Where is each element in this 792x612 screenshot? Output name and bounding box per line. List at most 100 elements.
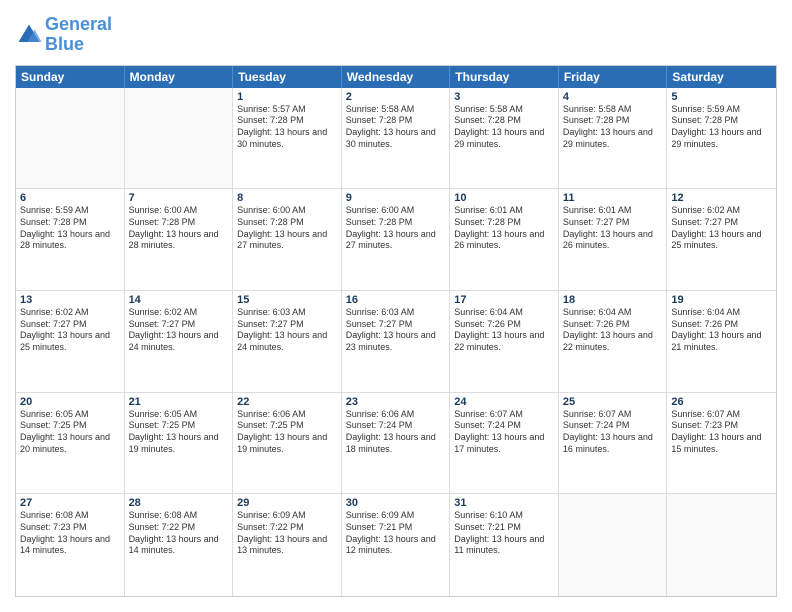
day-info: Sunrise: 5:58 AM Sunset: 7:28 PM Dayligh… [346,104,446,151]
day-number: 9 [346,192,446,204]
day-number: 5 [671,91,772,103]
day-number: 25 [563,396,663,408]
day-number: 13 [20,294,120,306]
calendar-cell [667,494,776,596]
day-number: 28 [129,497,229,509]
day-number: 8 [237,192,337,204]
day-number: 18 [563,294,663,306]
calendar-cell: 3Sunrise: 5:58 AM Sunset: 7:28 PM Daylig… [450,88,559,189]
day-number: 3 [454,91,554,103]
day-info: Sunrise: 6:02 AM Sunset: 7:27 PM Dayligh… [20,307,120,354]
day-info: Sunrise: 6:09 AM Sunset: 7:21 PM Dayligh… [346,510,446,557]
day-number: 2 [346,91,446,103]
calendar-cell: 23Sunrise: 6:06 AM Sunset: 7:24 PM Dayli… [342,393,451,494]
calendar-cell: 29Sunrise: 6:09 AM Sunset: 7:22 PM Dayli… [233,494,342,596]
logo-icon [15,21,43,49]
day-info: Sunrise: 6:02 AM Sunset: 7:27 PM Dayligh… [129,307,229,354]
logo-text: General Blue [45,15,112,55]
calendar-row: 13Sunrise: 6:02 AM Sunset: 7:27 PM Dayli… [16,291,776,393]
calendar-row: 27Sunrise: 6:08 AM Sunset: 7:23 PM Dayli… [16,494,776,596]
day-number: 10 [454,192,554,204]
calendar-cell: 26Sunrise: 6:07 AM Sunset: 7:23 PM Dayli… [667,393,776,494]
calendar-cell: 24Sunrise: 6:07 AM Sunset: 7:24 PM Dayli… [450,393,559,494]
calendar-cell: 22Sunrise: 6:06 AM Sunset: 7:25 PM Dayli… [233,393,342,494]
day-number: 19 [671,294,772,306]
calendar-cell [559,494,668,596]
day-number: 29 [237,497,337,509]
calendar-cell: 30Sunrise: 6:09 AM Sunset: 7:21 PM Dayli… [342,494,451,596]
day-info: Sunrise: 6:04 AM Sunset: 7:26 PM Dayligh… [671,307,772,354]
day-info: Sunrise: 5:59 AM Sunset: 7:28 PM Dayligh… [20,205,120,252]
calendar-cell: 10Sunrise: 6:01 AM Sunset: 7:28 PM Dayli… [450,189,559,290]
weekday-header: Tuesday [233,66,342,88]
day-info: Sunrise: 6:00 AM Sunset: 7:28 PM Dayligh… [346,205,446,252]
day-info: Sunrise: 6:05 AM Sunset: 7:25 PM Dayligh… [129,409,229,456]
calendar-cell: 28Sunrise: 6:08 AM Sunset: 7:22 PM Dayli… [125,494,234,596]
day-info: Sunrise: 5:59 AM Sunset: 7:28 PM Dayligh… [671,104,772,151]
day-number: 30 [346,497,446,509]
day-info: Sunrise: 6:04 AM Sunset: 7:26 PM Dayligh… [563,307,663,354]
calendar-cell: 2Sunrise: 5:58 AM Sunset: 7:28 PM Daylig… [342,88,451,189]
calendar-row: 20Sunrise: 6:05 AM Sunset: 7:25 PM Dayli… [16,393,776,495]
calendar-cell: 25Sunrise: 6:07 AM Sunset: 7:24 PM Dayli… [559,393,668,494]
day-number: 14 [129,294,229,306]
day-info: Sunrise: 6:00 AM Sunset: 7:28 PM Dayligh… [129,205,229,252]
day-info: Sunrise: 6:04 AM Sunset: 7:26 PM Dayligh… [454,307,554,354]
page: General Blue SundayMondayTuesdayWednesda… [0,0,792,612]
calendar-cell: 31Sunrise: 6:10 AM Sunset: 7:21 PM Dayli… [450,494,559,596]
day-number: 20 [20,396,120,408]
calendar-cell: 18Sunrise: 6:04 AM Sunset: 7:26 PM Dayli… [559,291,668,392]
day-number: 12 [671,192,772,204]
day-info: Sunrise: 6:10 AM Sunset: 7:21 PM Dayligh… [454,510,554,557]
calendar-header: SundayMondayTuesdayWednesdayThursdayFrid… [16,66,776,88]
calendar-cell: 1Sunrise: 5:57 AM Sunset: 7:28 PM Daylig… [233,88,342,189]
day-info: Sunrise: 6:07 AM Sunset: 7:23 PM Dayligh… [671,409,772,456]
weekday-header: Friday [559,66,668,88]
day-number: 21 [129,396,229,408]
day-number: 31 [454,497,554,509]
day-info: Sunrise: 6:08 AM Sunset: 7:23 PM Dayligh… [20,510,120,557]
calendar-cell: 12Sunrise: 6:02 AM Sunset: 7:27 PM Dayli… [667,189,776,290]
calendar-cell: 16Sunrise: 6:03 AM Sunset: 7:27 PM Dayli… [342,291,451,392]
calendar-body: 1Sunrise: 5:57 AM Sunset: 7:28 PM Daylig… [16,88,776,596]
day-number: 11 [563,192,663,204]
weekday-header: Wednesday [342,66,451,88]
day-info: Sunrise: 5:57 AM Sunset: 7:28 PM Dayligh… [237,104,337,151]
day-info: Sunrise: 6:07 AM Sunset: 7:24 PM Dayligh… [563,409,663,456]
header: General Blue [15,15,777,55]
calendar-cell: 11Sunrise: 6:01 AM Sunset: 7:27 PM Dayli… [559,189,668,290]
calendar-cell: 19Sunrise: 6:04 AM Sunset: 7:26 PM Dayli… [667,291,776,392]
calendar-cell [16,88,125,189]
day-number: 24 [454,396,554,408]
day-number: 1 [237,91,337,103]
weekday-header: Thursday [450,66,559,88]
day-info: Sunrise: 5:58 AM Sunset: 7:28 PM Dayligh… [454,104,554,151]
calendar-cell: 8Sunrise: 6:00 AM Sunset: 7:28 PM Daylig… [233,189,342,290]
calendar-cell: 20Sunrise: 6:05 AM Sunset: 7:25 PM Dayli… [16,393,125,494]
day-info: Sunrise: 6:06 AM Sunset: 7:25 PM Dayligh… [237,409,337,456]
day-number: 26 [671,396,772,408]
day-number: 23 [346,396,446,408]
day-info: Sunrise: 6:09 AM Sunset: 7:22 PM Dayligh… [237,510,337,557]
calendar-cell: 14Sunrise: 6:02 AM Sunset: 7:27 PM Dayli… [125,291,234,392]
day-info: Sunrise: 6:02 AM Sunset: 7:27 PM Dayligh… [671,205,772,252]
day-info: Sunrise: 6:07 AM Sunset: 7:24 PM Dayligh… [454,409,554,456]
calendar-cell: 21Sunrise: 6:05 AM Sunset: 7:25 PM Dayli… [125,393,234,494]
calendar-cell: 15Sunrise: 6:03 AM Sunset: 7:27 PM Dayli… [233,291,342,392]
calendar-cell: 17Sunrise: 6:04 AM Sunset: 7:26 PM Dayli… [450,291,559,392]
calendar-cell: 5Sunrise: 5:59 AM Sunset: 7:28 PM Daylig… [667,88,776,189]
day-number: 6 [20,192,120,204]
day-info: Sunrise: 5:58 AM Sunset: 7:28 PM Dayligh… [563,104,663,151]
day-info: Sunrise: 6:01 AM Sunset: 7:27 PM Dayligh… [563,205,663,252]
day-number: 4 [563,91,663,103]
calendar-cell: 7Sunrise: 6:00 AM Sunset: 7:28 PM Daylig… [125,189,234,290]
day-number: 15 [237,294,337,306]
calendar: SundayMondayTuesdayWednesdayThursdayFrid… [15,65,777,597]
calendar-row: 1Sunrise: 5:57 AM Sunset: 7:28 PM Daylig… [16,88,776,190]
day-info: Sunrise: 6:01 AM Sunset: 7:28 PM Dayligh… [454,205,554,252]
day-number: 7 [129,192,229,204]
day-info: Sunrise: 6:00 AM Sunset: 7:28 PM Dayligh… [237,205,337,252]
day-info: Sunrise: 6:06 AM Sunset: 7:24 PM Dayligh… [346,409,446,456]
day-info: Sunrise: 6:05 AM Sunset: 7:25 PM Dayligh… [20,409,120,456]
calendar-cell: 9Sunrise: 6:00 AM Sunset: 7:28 PM Daylig… [342,189,451,290]
